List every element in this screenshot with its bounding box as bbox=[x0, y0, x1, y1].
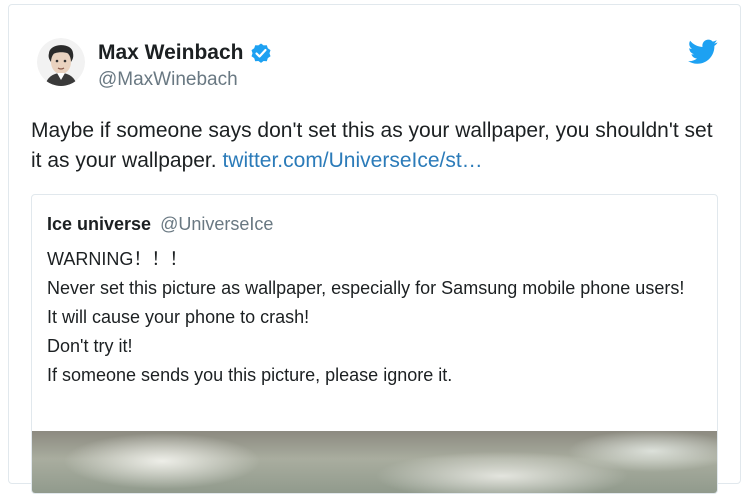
twitter-bird-icon[interactable] bbox=[688, 39, 718, 65]
quoted-tweet-text: WARNING！！！ Never set this picture as wal… bbox=[47, 245, 697, 390]
quoted-line: WARNING！！！ bbox=[47, 249, 188, 269]
embedded-tweet-card: Max Weinbach @MaxWinebach Maybe if someo… bbox=[8, 4, 741, 494]
quoted-line: It will cause your phone to crash! bbox=[47, 307, 310, 327]
quoted-line: Don't try it! bbox=[47, 336, 133, 356]
quoted-author-name: Ice universe bbox=[47, 214, 152, 234]
quoted-author-handle: @UniverseIce bbox=[160, 214, 274, 234]
author-avatar[interactable] bbox=[37, 38, 85, 86]
quoted-tweet-header: Ice universe @UniverseIce bbox=[47, 212, 273, 236]
verified-badge-icon bbox=[251, 43, 271, 63]
quoted-tweet-image[interactable] bbox=[32, 431, 717, 493]
author-handle[interactable]: @MaxWinebach bbox=[98, 69, 238, 91]
author-display-name[interactable]: Max Weinbach bbox=[98, 39, 243, 67]
quoted-line: If someone sends you this picture, pleas… bbox=[47, 365, 453, 385]
quoted-line: Never set this picture as wallpaper, esp… bbox=[47, 278, 685, 298]
author-name-row[interactable]: Max Weinbach bbox=[98, 39, 273, 67]
tweet-body: Maybe if someone says don't set this as … bbox=[31, 116, 721, 176]
avatar-icon bbox=[37, 38, 85, 86]
tweet-link[interactable]: twitter.com/UniverseIce/st… bbox=[222, 149, 482, 172]
quoted-tweet[interactable]: Ice universe @UniverseIce WARNING！！！ Nev… bbox=[31, 194, 718, 494]
